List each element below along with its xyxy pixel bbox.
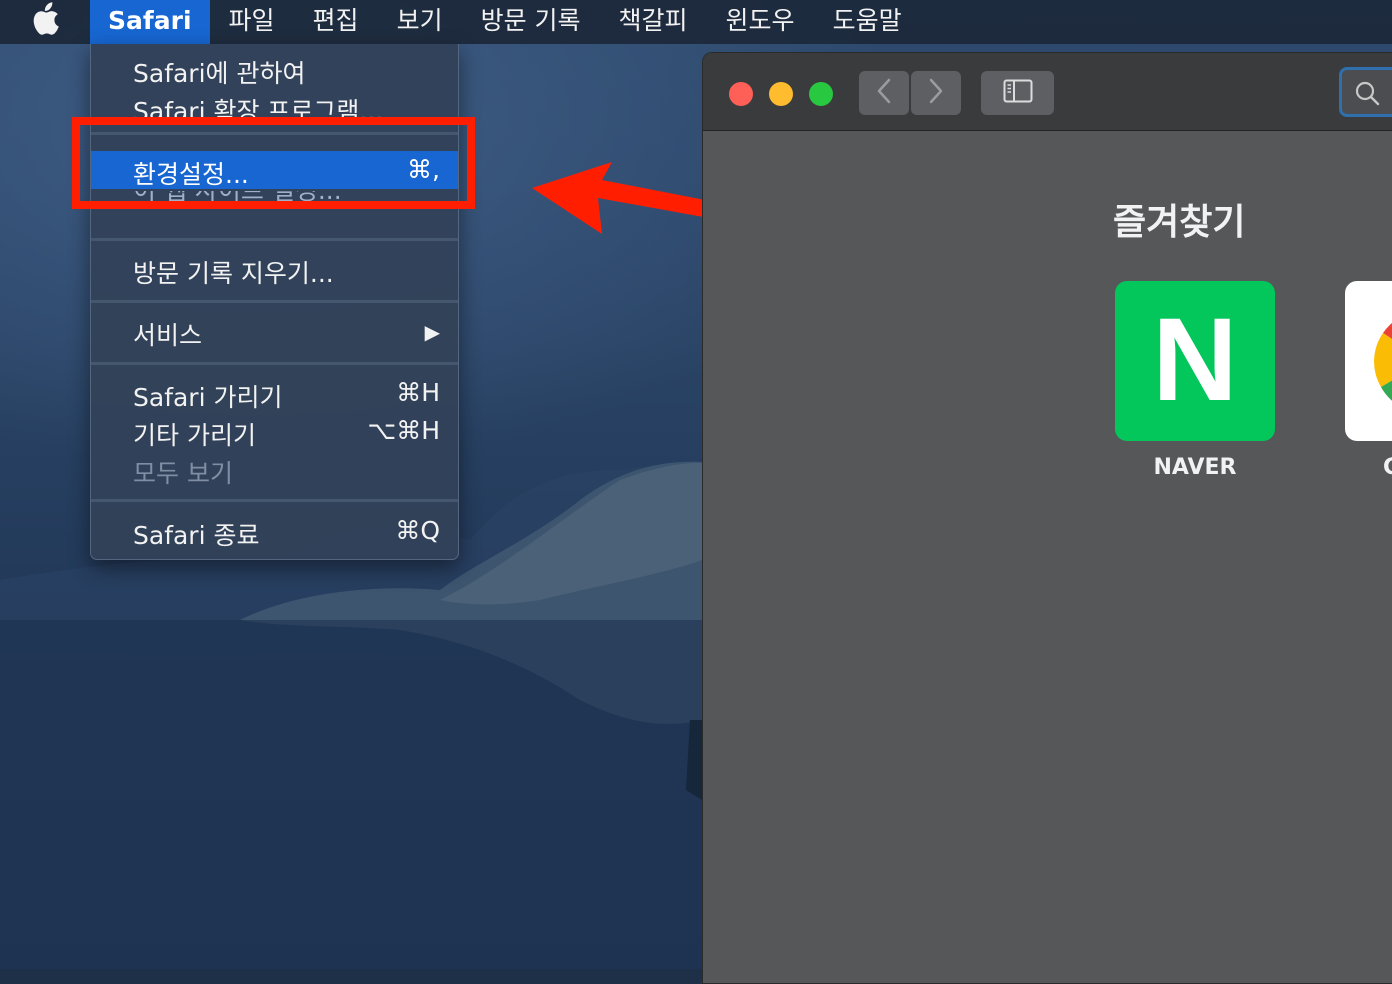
menu-separator — [91, 499, 458, 502]
search-icon — [1354, 80, 1382, 112]
address-search-field[interactable] — [1339, 67, 1392, 117]
menu-separator — [91, 238, 458, 241]
back-button[interactable] — [859, 71, 909, 115]
menu-item-label: 기타 가리기 — [133, 421, 256, 450]
submenu-arrow-icon: ▶ — [424, 320, 440, 344]
menu-view[interactable]: 보기 — [378, 0, 462, 44]
minimize-window-button[interactable] — [769, 82, 793, 106]
menu-item-label: Safari에 관하여 — [133, 59, 306, 88]
menu-item-label: Safari 종료 — [133, 521, 260, 550]
menu-safari[interactable]: Safari — [90, 0, 210, 44]
menu-window[interactable]: 윈도우 — [707, 0, 814, 44]
menu-item-hide-safari[interactable]: Safari 가리기 ⌘H — [91, 374, 458, 412]
menu-separator — [91, 300, 458, 303]
menu-bookmarks[interactable]: 책갈피 — [600, 0, 707, 44]
chevron-right-icon — [928, 78, 944, 108]
menu-item-shortcut: ⌘H — [396, 378, 440, 407]
menu-history[interactable]: 방문 기록 — [462, 0, 600, 44]
favorites-title: 즐겨찾기 — [1113, 202, 1246, 243]
menu-item-services[interactable]: 서비스 ▶ — [91, 312, 458, 350]
menu-item-hide-others[interactable]: 기타 가리기 ⌥⌘H — [91, 412, 458, 450]
google-logo-icon — [1374, 323, 1392, 401]
menu-item-label: 방문 기록 지우기... — [133, 259, 334, 288]
naver-logo-letter: N — [1152, 294, 1237, 426]
menu-separator — [91, 362, 458, 365]
forward-button[interactable] — [911, 71, 961, 115]
menu-file[interactable]: 파일 — [210, 0, 294, 44]
menu-help[interactable]: 도움말 — [814, 0, 921, 44]
favorite-google-label: G — [1345, 455, 1392, 480]
highlight-box — [72, 117, 475, 209]
menu-item-label: Safari 가리기 — [133, 383, 283, 412]
menu-item-show-all: 모두 보기 — [91, 450, 458, 488]
sidebar-icon — [1003, 79, 1033, 107]
menu-item-about[interactable]: Safari에 관하여 — [91, 50, 458, 88]
menu-item-shortcut: ⌘Q — [395, 516, 440, 545]
menu-item-shortcut: ⌥⌘H — [367, 416, 440, 445]
safari-window: 즐겨찾기 N NAVER G — [702, 52, 1392, 984]
favorite-google-tile[interactable] — [1345, 281, 1392, 441]
menu-edit[interactable]: 편집 — [294, 0, 378, 44]
menu-item-clear-history[interactable]: 방문 기록 지우기... — [91, 250, 458, 288]
menu-item-label: 모두 보기 — [133, 459, 233, 488]
apple-logo-icon — [31, 2, 59, 42]
zoom-window-button[interactable] — [809, 82, 833, 106]
menu-bar: Safari 파일 편집 보기 방문 기록 책갈피 윈도우 도움말 — [0, 0, 1392, 44]
close-window-button[interactable] — [729, 82, 753, 106]
menu-item-quit[interactable]: Safari 종료 ⌘Q — [91, 512, 458, 550]
chevron-left-icon — [876, 78, 892, 108]
safari-toolbar — [703, 53, 1392, 131]
apple-menu[interactable] — [0, 0, 90, 44]
naver-n-logo-icon: N — [1152, 294, 1237, 426]
favorite-naver-tile[interactable]: N — [1115, 281, 1275, 441]
favorite-naver-label: NAVER — [1153, 455, 1237, 480]
sidebar-toggle-button[interactable] — [981, 71, 1054, 115]
menu-item-label: 서비스 — [133, 321, 203, 350]
